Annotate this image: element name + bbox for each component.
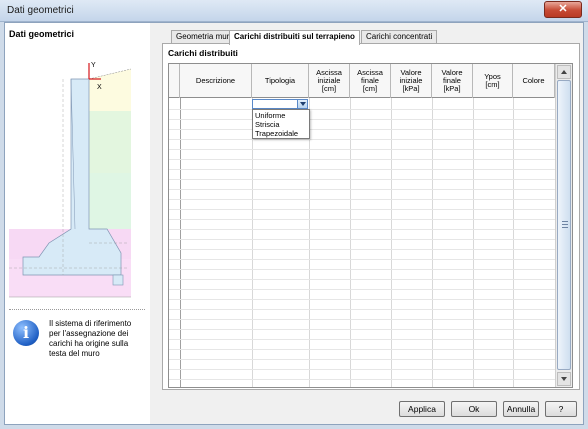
option-trapezoidale[interactable]: Trapezoidale (253, 129, 309, 138)
table-row (169, 159, 555, 160)
table-row (169, 309, 555, 310)
scroll-thumb[interactable] (557, 80, 571, 370)
tipologia-dropdown-list: Uniforme Striscia Trapezoidale (252, 109, 310, 139)
column-header-colore[interactable]: Colore (513, 64, 555, 98)
table-row (169, 249, 555, 250)
left-panel-title: Dati geometrici (9, 29, 75, 39)
table-row (169, 139, 555, 140)
column-header-valore-iniziale[interactable]: Valore iniziale [kPa] (391, 64, 432, 98)
table-header: Descrizione Tipologia Ascissa iniziale [… (169, 64, 555, 98)
column-header-ascissa-finale[interactable]: Ascissa finale [cm] (350, 64, 391, 98)
scroll-down-arrow-icon[interactable] (557, 372, 571, 386)
table-row (169, 269, 555, 270)
column-divider (391, 98, 392, 387)
column-divider (180, 98, 181, 387)
row-header-corner (169, 64, 180, 98)
scroll-up-arrow-icon[interactable] (557, 65, 571, 79)
cancel-button[interactable]: Annulla (503, 401, 539, 417)
table-row (169, 129, 555, 130)
table-row (169, 339, 555, 340)
column-header-ypos[interactable]: Ypos [cm] (473, 64, 513, 98)
vertical-scrollbar[interactable] (555, 64, 572, 387)
loads-table[interactable]: Descrizione Tipologia Ascissa iniziale [… (168, 63, 573, 388)
left-panel: Dati geometrici Y X i Il sistema di rife… (5, 23, 150, 424)
column-divider (513, 98, 514, 387)
option-striscia[interactable]: Striscia (253, 120, 309, 129)
help-button[interactable]: ? (545, 401, 577, 417)
table-row (169, 349, 555, 350)
tab-carichi-concentrati[interactable]: Carichi concentrati (361, 30, 438, 44)
option-uniforme[interactable]: Uniforme (253, 111, 309, 120)
table-row (169, 289, 555, 290)
table-row (169, 199, 555, 200)
column-header-valore-finale[interactable]: Valore finale [kPa] (432, 64, 473, 98)
table-row (169, 119, 555, 120)
divider (9, 309, 145, 310)
tab-panel: Carichi distribuiti Descrizione Tipologi… (162, 43, 580, 390)
table-row (169, 259, 555, 260)
ok-button[interactable]: Ok (451, 401, 497, 417)
axis-y-label: Y (91, 62, 96, 69)
apply-button[interactable]: Applica (399, 401, 445, 417)
title-bar: Dati geometrici ✕ (0, 0, 588, 22)
table-row (169, 379, 555, 380)
column-divider (432, 98, 433, 387)
table-row (169, 149, 555, 150)
table-row (169, 329, 555, 330)
chevron-down-icon[interactable] (297, 100, 307, 108)
axis-x-label: X (97, 84, 102, 91)
table-row (169, 229, 555, 230)
table-row (169, 169, 555, 170)
table-row (169, 359, 555, 360)
info-text: Il sistema di riferimento per l'assegnaz… (49, 319, 132, 358)
column-header-descrizione[interactable]: Descrizione (180, 64, 252, 98)
column-divider (350, 98, 351, 387)
table-row (169, 219, 555, 220)
column-header-tipologia[interactable]: Tipologia (252, 64, 309, 98)
table-row (169, 369, 555, 370)
table-row (169, 319, 555, 320)
grip-icon (562, 221, 568, 228)
close-button[interactable]: ✕ (544, 1, 582, 18)
section-title: Carichi distribuiti (168, 48, 238, 58)
table-row (169, 209, 555, 210)
window-title: Dati geometrici (7, 5, 74, 16)
table-row (169, 299, 555, 300)
tab-carichi-distribuiti[interactable]: Carichi distribuiti sul terrapieno (229, 30, 360, 45)
column-divider (473, 98, 474, 387)
table-row (169, 239, 555, 240)
dialog-body: Dati geometrici Y X i Il sistema di rife… (4, 22, 584, 425)
table-row (169, 279, 555, 280)
table-row (169, 109, 555, 110)
table-row (169, 179, 555, 180)
table-row (169, 189, 555, 190)
info-icon: i (13, 320, 39, 346)
tipologia-combobox[interactable] (252, 99, 308, 109)
column-divider (252, 98, 253, 387)
column-divider (309, 98, 310, 387)
wall-section-drawing: Y X (9, 62, 132, 298)
column-header-ascissa-iniziale[interactable]: Ascissa iniziale [cm] (309, 64, 350, 98)
